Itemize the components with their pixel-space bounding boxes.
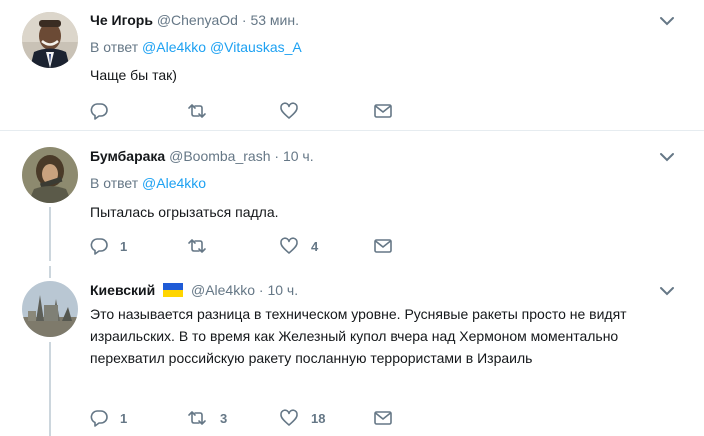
reply-count: 1 (120, 410, 128, 426)
retweet-icon (188, 239, 206, 253)
retweet-button[interactable]: 3 (186, 408, 227, 428)
chevron-down-icon[interactable] (659, 284, 675, 296)
reply-prefix: В ответ (90, 175, 139, 191)
reply-button[interactable]: 1 (90, 236, 127, 256)
reply-button[interactable] (90, 101, 120, 121)
mention-link[interactable]: @Vitauskas_A (210, 39, 302, 55)
like-count: 18 (311, 410, 326, 426)
mention-link[interactable]: @Ale4kko (142, 175, 206, 191)
retweet-icon (188, 411, 206, 425)
tweet-text: Это называется разница в техническом уро… (90, 306, 627, 366)
tweet-header: Бумбарака @Boomba_rash · 10 ч. (90, 148, 314, 164)
author-name[interactable]: Киевский (90, 282, 155, 298)
thread-line (49, 207, 51, 261)
retweet-icon (188, 104, 206, 118)
chevron-down-icon[interactable] (659, 150, 675, 162)
reply-icon (90, 410, 108, 427)
reply-icon (90, 238, 108, 255)
reply-count: 1 (120, 238, 128, 254)
tweet-actions (90, 101, 410, 121)
direct-message-icon (374, 411, 392, 425)
direct-message-button[interactable] (373, 236, 393, 256)
avatar[interactable] (22, 281, 78, 337)
tweet-2[interactable]: Бумбарака @Boomba_rash · 10 ч. В ответ @… (0, 131, 704, 266)
tweet-header: Че Игорь @ChenyaOd · 53 мин. (90, 12, 299, 28)
thread-line (49, 342, 51, 436)
retweet-button[interactable] (186, 101, 220, 121)
author-name[interactable]: Че Игорь (90, 12, 153, 28)
like-icon (280, 237, 298, 254)
separator-dot: · (241, 12, 247, 28)
mention-link[interactable]: @Ale4kko (142, 39, 206, 55)
like-count: 4 (311, 238, 319, 254)
ukraine-flag-icon (163, 283, 184, 297)
like-icon (280, 102, 298, 119)
reply-context: В ответ @Ale4kko (90, 175, 206, 191)
tweet-feed: Че Игорь @ChenyaOd · 53 мин. В ответ @Al… (0, 0, 704, 436)
timestamp[interactable]: 10 ч. (267, 282, 298, 298)
tweet-actions: 1 4 (90, 236, 410, 256)
timestamp[interactable]: 53 мин. (250, 12, 299, 28)
tweet-text: Пыталась огрызаться падла. (90, 204, 279, 220)
like-button[interactable]: 4 (279, 236, 318, 256)
like-button[interactable]: 18 (279, 408, 325, 428)
reply-icon (90, 103, 108, 120)
thread-line (49, 266, 51, 278)
tweet-actions: 1 3 18 (90, 408, 410, 428)
like-button[interactable] (279, 101, 311, 121)
tweet-1[interactable]: Че Игорь @ChenyaOd · 53 мин. В ответ @Al… (0, 0, 704, 128)
direct-message-icon (374, 104, 392, 118)
retweet-button[interactable] (186, 236, 220, 256)
like-icon (280, 409, 298, 426)
avatar[interactable] (22, 147, 78, 203)
direct-message-button[interactable] (373, 408, 393, 428)
direct-message-icon (374, 239, 392, 253)
reply-button[interactable]: 1 (90, 408, 127, 428)
author-handle[interactable]: @Boomba_rash (169, 148, 270, 164)
tweet-header: Киевский @Ale4kko · 10 ч. (90, 282, 298, 298)
tweet-text: Чаще бы так) (90, 67, 177, 83)
separator-dot: · (258, 282, 264, 298)
chevron-down-icon[interactable] (659, 14, 675, 26)
author-handle[interactable]: @Ale4kko (191, 282, 255, 298)
reply-prefix: В ответ (90, 39, 139, 55)
avatar[interactable] (22, 12, 78, 68)
author-handle[interactable]: @ChenyaOd (157, 12, 238, 28)
direct-message-button[interactable] (373, 101, 393, 121)
timestamp[interactable]: 10 ч. (283, 148, 314, 164)
separator-dot: · (274, 148, 280, 164)
retweet-count: 3 (220, 410, 228, 426)
author-name[interactable]: Бумбарака (90, 148, 165, 164)
reply-context: В ответ @Ale4kko @Vitauskas_A (90, 39, 302, 55)
tweet-3[interactable]: Киевский @Ale4kko · 10 ч. Это называется… (0, 266, 704, 436)
